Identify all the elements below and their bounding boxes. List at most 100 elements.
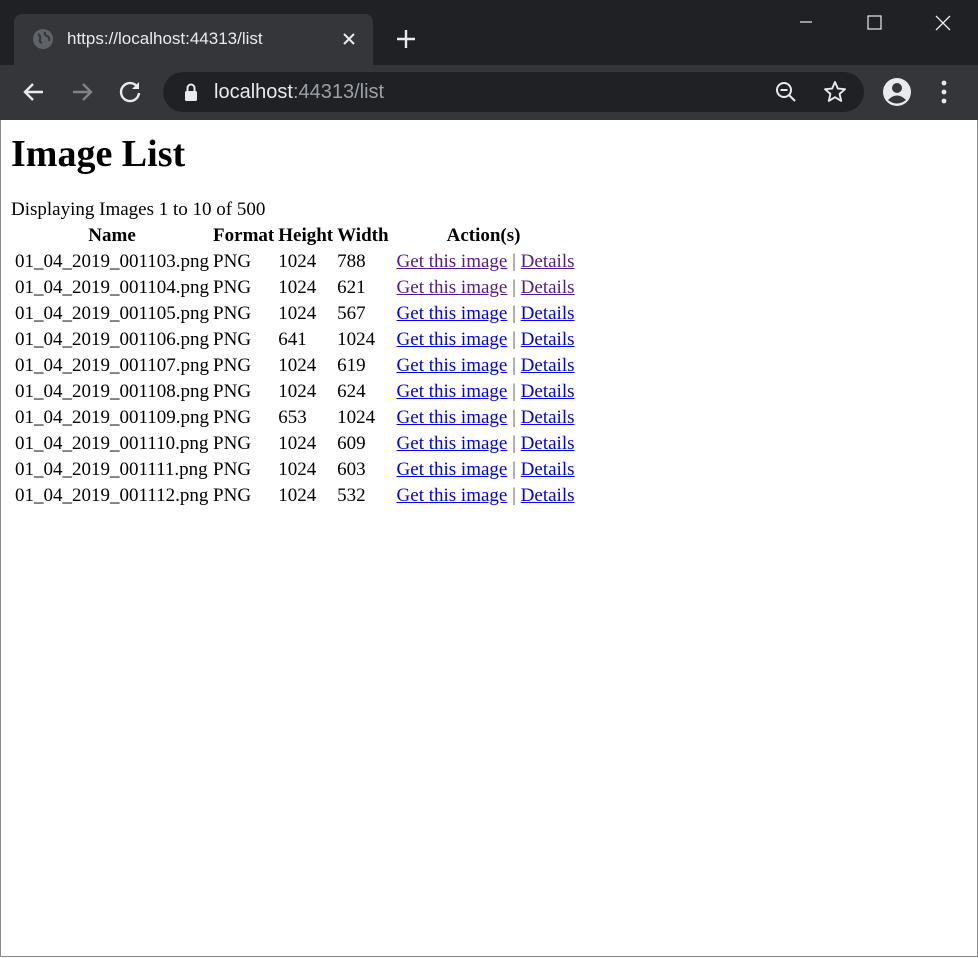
cell-height: 1024 [278, 381, 317, 402]
table-row: 01_04_2019_001109.png PNG 653 1024 Get this … [14, 406, 576, 430]
minimize-icon[interactable] [782, 8, 830, 40]
cell-height: 1024 [278, 355, 317, 376]
table-row: 01_04_2019_001106.png PNG 641 1024 Get this … [14, 328, 576, 352]
table-row: 01_04_2019_001103.png PNG 1024 788 Get this … [14, 250, 576, 274]
details-link[interactable]: Details [521, 433, 575, 454]
cell-actions: Get this image | Details [392, 276, 576, 300]
cell-name: 01_04_2019_001105.png [15, 303, 210, 324]
get-image-link[interactable]: Get this image [397, 485, 508, 506]
cell-width: 609 [337, 433, 366, 454]
details-link[interactable]: Details [521, 277, 575, 298]
cell-name: 01_04_2019_001112.png [15, 485, 209, 506]
table-row: 01_04_2019_001111.png PNG 1024 603 Get this … [14, 458, 576, 482]
cell-format: PNG [213, 355, 252, 376]
tab-strip: https://localhost:44313/list [0, 0, 978, 65]
cell-width: 567 [337, 303, 366, 324]
cell-format: PNG [213, 407, 252, 428]
tab-title: https://localhost:44313/list [67, 29, 263, 48]
get-image-link[interactable]: Get this image [397, 329, 508, 350]
cell-actions: Get this image | Details [392, 380, 576, 404]
details-link[interactable]: Details [521, 459, 575, 480]
action-separator: | [512, 459, 516, 480]
plus-icon[interactable] [394, 27, 418, 51]
get-image-link[interactable]: Get this image [397, 407, 508, 428]
url-text[interactable]: localhost:44313/list [214, 80, 384, 104]
forward-arrow-icon[interactable] [68, 78, 96, 106]
cell-height: 1024 [278, 277, 317, 298]
cell-height: 1024 [278, 485, 317, 506]
details-link[interactable]: Details [521, 303, 575, 324]
lock-icon[interactable] [183, 82, 199, 102]
action-separator: | [512, 407, 516, 428]
cell-format: PNG [213, 459, 252, 480]
action-separator: | [512, 277, 516, 298]
column-header-format: Format [213, 225, 275, 246]
cell-format: PNG [213, 433, 252, 454]
details-link[interactable]: Details [521, 407, 575, 428]
get-image-link[interactable]: Get this image [397, 355, 508, 376]
action-separator: | [512, 433, 516, 454]
cell-actions: Get this image | Details [392, 302, 576, 326]
column-header-width: Width [337, 225, 389, 246]
action-separator: | [512, 485, 516, 506]
get-image-link[interactable]: Get this image [397, 433, 508, 454]
cell-name: 01_04_2019_001111.png [15, 459, 208, 480]
cell-height: 1024 [278, 303, 317, 324]
cell-format: PNG [213, 329, 252, 350]
browser-toolbar: localhost:44313/list [0, 65, 978, 120]
action-separator: | [512, 251, 516, 272]
reload-icon[interactable] [116, 78, 144, 106]
details-link[interactable]: Details [521, 381, 575, 402]
action-separator: | [512, 329, 516, 350]
cell-actions: Get this image | Details [392, 328, 576, 352]
browser-tab[interactable]: https://localhost:44313/list [14, 14, 373, 65]
close-icon[interactable] [339, 29, 359, 49]
back-arrow-icon[interactable] [20, 78, 48, 106]
cell-height: 641 [278, 329, 307, 350]
page-title: Image List [11, 133, 186, 175]
cell-name: 01_04_2019_001104.png [15, 277, 210, 298]
table-row: 01_04_2019_001107.png PNG 1024 619 Get this … [14, 354, 576, 378]
cell-actions: Get this image | Details [392, 406, 576, 430]
cell-actions: Get this image | Details [392, 484, 576, 508]
cell-width: 788 [337, 251, 366, 272]
url-host: localhost [214, 81, 293, 103]
details-link[interactable]: Details [521, 485, 575, 506]
get-image-link[interactable]: Get this image [397, 303, 508, 324]
get-image-link[interactable]: Get this image [397, 251, 508, 272]
star-icon[interactable] [822, 79, 848, 105]
get-image-link[interactable]: Get this image [397, 459, 508, 480]
cell-format: PNG [213, 251, 252, 272]
result-count: Displaying Images 1 to 10 of 500 [11, 199, 266, 220]
details-link[interactable]: Details [521, 329, 575, 350]
image-table: Name Format Height Width Action(s) 01_04… [12, 222, 578, 510]
details-link[interactable]: Details [521, 251, 575, 272]
table-row: 01_04_2019_001110.png PNG 1024 609 Get this … [14, 432, 576, 456]
window-close-icon[interactable] [918, 8, 966, 40]
details-link[interactable]: Details [521, 355, 575, 376]
page-content: Image List Displaying Images 1 to 10 of … [0, 120, 978, 957]
cell-actions: Get this image | Details [392, 432, 576, 456]
cell-width: 621 [337, 277, 366, 298]
action-separator: | [512, 303, 516, 324]
zoom-out-icon[interactable] [774, 80, 798, 104]
cell-format: PNG [213, 381, 252, 402]
globe-icon [33, 29, 53, 49]
kebab-menu-icon[interactable] [930, 78, 958, 106]
cell-actions: Get this image | Details [392, 354, 576, 378]
table-header-row: Name Format Height Width Action(s) [14, 224, 576, 248]
address-bar[interactable]: localhost:44313/list [163, 72, 864, 112]
cell-format: PNG [213, 485, 252, 506]
action-separator: | [512, 355, 516, 376]
get-image-link[interactable]: Get this image [397, 381, 508, 402]
account-icon[interactable] [882, 77, 912, 107]
cell-actions: Get this image | Details [392, 458, 576, 482]
column-header-actions: Action(s) [446, 225, 521, 246]
cell-width: 1024 [337, 329, 376, 350]
cell-format: PNG [213, 303, 252, 324]
get-image-link[interactable]: Get this image [397, 277, 508, 298]
maximize-icon[interactable] [850, 8, 898, 40]
cell-name: 01_04_2019_001103.png [15, 251, 210, 272]
action-separator: | [512, 381, 516, 402]
cell-width: 624 [337, 381, 366, 402]
